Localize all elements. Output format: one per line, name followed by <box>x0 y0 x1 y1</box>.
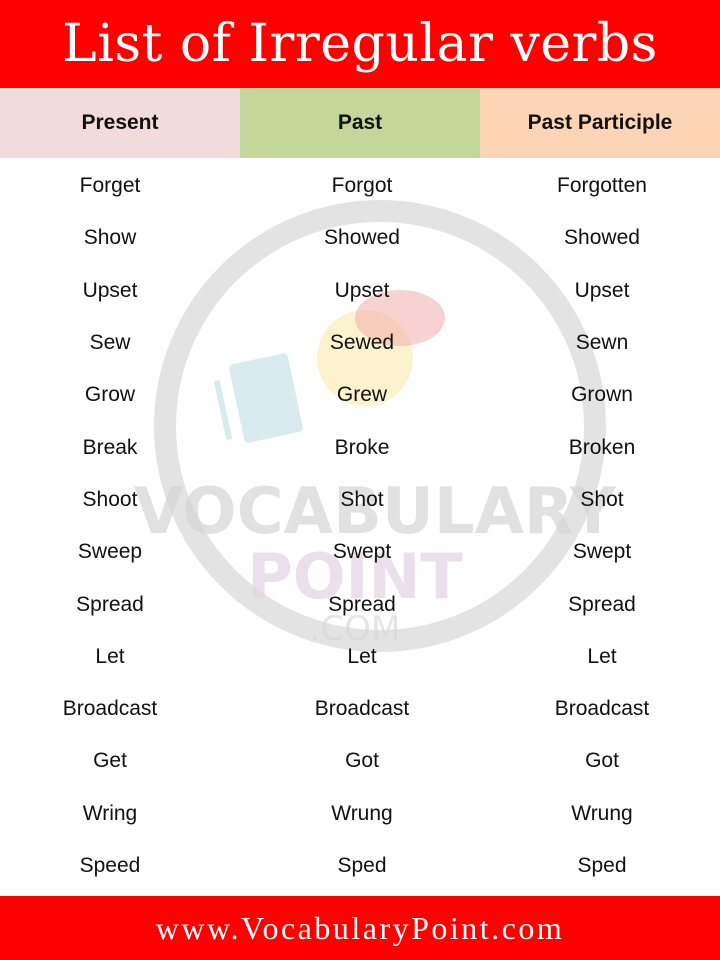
past-participle-cell: Grown <box>571 383 633 407</box>
past-cell: Sewed <box>329 331 395 355</box>
past-participle-cell: Spread <box>568 592 636 616</box>
table-row: Break Broke Broken <box>0 421 720 473</box>
past-cell: Upset <box>334 278 390 302</box>
past-cell: Grew <box>336 383 388 407</box>
footer-banner: www.VocabularyPoint.com <box>0 896 720 960</box>
column-header-past-participle: Past Participle <box>480 88 720 158</box>
past-participle-cell: Got <box>585 749 619 773</box>
present-cell: Grow <box>84 383 136 407</box>
past-participle-cell: Broadcast <box>554 697 650 721</box>
past-cell: Forgot <box>331 174 393 198</box>
page-title: List of Irregular verbs <box>62 14 658 74</box>
verb-table-body: Forget Forgot Forgotten Show Showed Showed Ups… <box>0 160 720 892</box>
column-header-present: Present <box>0 88 240 158</box>
footer-url[interactable]: www.VocabularyPoint.com <box>156 910 565 947</box>
past-cell: Broke <box>334 435 390 459</box>
table-row: Sweep Swept Swept <box>0 526 720 578</box>
past-cell: Spread <box>328 592 396 616</box>
table-row: Grow Grew Grown <box>0 369 720 421</box>
past-participle-cell: Swept <box>572 540 632 564</box>
table-row: Wring Wrung Wrung <box>0 788 720 840</box>
past-cell: Shot <box>340 487 384 511</box>
present-cell: Sew <box>89 331 131 355</box>
table-row: Forget Forgot Forgotten <box>0 160 720 212</box>
past-participle-cell: Sewn <box>575 331 629 355</box>
past-cell: Sped <box>337 854 387 877</box>
past-cell: Wrung <box>331 801 393 825</box>
past-cell: Swept <box>332 540 392 564</box>
title-banner: List of Irregular verbs <box>0 0 720 88</box>
present-cell: Forget <box>79 174 141 198</box>
table-row: Shoot Shot Shot <box>0 474 720 526</box>
table-row: Spread Spread Spread <box>0 578 720 630</box>
table-row: Get Got Got <box>0 735 720 787</box>
table-row: Show Showed Showed <box>0 212 720 264</box>
table-row: Sew Sewed Sewn <box>0 317 720 369</box>
past-cell: Broadcast <box>314 697 410 721</box>
past-participle-cell: Forgotten <box>557 174 647 198</box>
table-header: Present Past Past Participle <box>0 88 720 158</box>
past-participle-cell: Sped <box>577 854 627 877</box>
past-participle-cell: Broken <box>568 435 636 459</box>
column-header-past: Past <box>240 88 480 158</box>
past-cell: Showed <box>324 226 400 250</box>
table-row: Let Let Let <box>0 631 720 683</box>
past-participle-cell: Shot <box>580 487 624 511</box>
present-cell: Get <box>93 749 127 773</box>
past-participle-cell: Upset <box>574 278 630 302</box>
past-cell: Let <box>347 644 377 668</box>
present-cell: Sweep <box>77 540 143 564</box>
present-cell: Speed <box>79 854 141 877</box>
past-cell: Got <box>345 749 379 773</box>
present-cell: Broadcast <box>62 697 158 721</box>
table-row: Upset Upset Upset <box>0 265 720 317</box>
present-cell: Show <box>83 226 137 250</box>
past-participle-cell: Wrung <box>571 801 633 825</box>
table-row: Broadcast Broadcast Broadcast <box>0 683 720 735</box>
present-cell: Shoot <box>82 487 138 511</box>
present-cell: Break <box>82 435 138 459</box>
present-cell: Wring <box>82 801 138 825</box>
past-participle-cell: Let <box>587 644 617 668</box>
past-participle-cell: Showed <box>564 226 640 250</box>
present-cell: Upset <box>82 278 138 302</box>
table-row: Speed Sped Sped <box>0 840 720 892</box>
present-cell: Let <box>95 644 125 668</box>
present-cell: Spread <box>76 592 144 616</box>
